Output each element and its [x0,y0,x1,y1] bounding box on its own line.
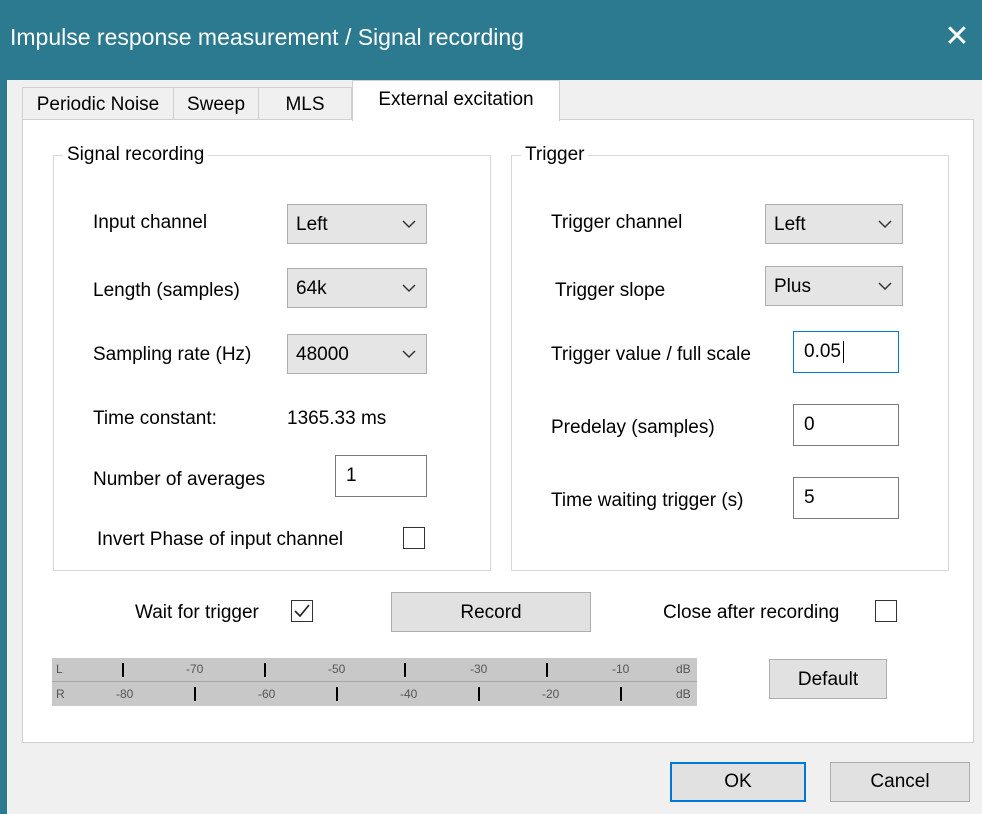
tab-label: Periodic Noise [36,94,160,115]
length-label: Length (samples) [93,280,240,301]
level-meter: L R -70 -50 -30 -10 dB -80 -60 -40 -20 d… [52,658,697,706]
meter-unit: dB [676,687,691,701]
meter-right-channel-label: R [56,687,65,701]
wait-time-input[interactable]: 5 [793,477,899,519]
wait-time-value: 5 [804,487,815,508]
trigger-value-label: Trigger value / full scale [551,344,751,365]
meter-tick [478,687,480,701]
trigger-channel-select[interactable]: Left [765,204,903,244]
trigger-value-value: 0.05 [804,341,841,362]
chevron-down-icon [878,282,892,291]
close-after-recording-label: Close after recording [663,602,840,623]
cancel-button-label: Cancel [870,771,930,792]
close-icon[interactable]: ✕ [942,20,972,54]
close-after-recording-checkbox[interactable] [875,600,897,622]
meter-scale-label: -40 [400,687,418,701]
meter-scale-label: -70 [186,662,204,676]
title-bar: Impulse response measurement / Signal re… [0,0,982,80]
tab-panel: Signal recording Input channel Left Leng… [22,119,974,743]
trigger-slope-select[interactable]: Plus [765,266,903,306]
signal-recording-group-title: Signal recording [63,144,209,166]
record-button[interactable]: Record [391,592,591,632]
meter-scale-label: -30 [470,662,488,676]
trigger-group-title: Trigger [521,144,589,166]
record-button-label: Record [460,602,522,623]
predelay-label: Predelay (samples) [551,417,715,438]
averages-label: Number of averages [93,469,266,490]
meter-tick [122,663,124,677]
trigger-slope-value: Plus [774,276,811,297]
trigger-slope-label: Trigger slope [555,280,666,301]
wait-time-label: Time waiting trigger (s) [551,490,744,511]
chevron-down-icon [878,220,892,229]
input-channel-label: Input channel [93,212,208,233]
meter-tick [620,687,622,701]
chevron-down-icon [402,350,416,359]
wait-for-trigger-checkbox[interactable] [291,600,313,622]
tab-periodic-noise[interactable]: Periodic Noise [22,87,174,120]
sampling-rate-value: 48000 [296,344,349,365]
window-title: Impulse response measurement / Signal re… [10,24,524,50]
invert-phase-label: Invert Phase of input channel [97,529,344,550]
checkmark-icon [294,604,310,618]
meter-scale-label: -50 [328,662,346,676]
text-caret [843,341,844,363]
ok-button[interactable]: OK [670,762,806,802]
trigger-channel-value: Left [774,214,806,235]
tab-external-excitation[interactable]: External excitation [352,80,560,121]
trigger-channel-label: Trigger channel [551,212,683,233]
meter-tick [194,687,196,701]
ok-button-label: OK [724,771,752,792]
window-border [0,80,7,814]
meter-scale-label: -60 [258,687,276,701]
default-button-label: Default [797,669,859,690]
tab-label: External excitation [378,89,534,110]
wait-for-trigger-label: Wait for trigger [135,602,259,623]
cancel-button[interactable]: Cancel [830,762,970,802]
sampling-rate-label: Sampling rate (Hz) [93,344,252,365]
meter-scale-label: -80 [116,687,134,701]
length-select[interactable]: 64k [287,268,427,308]
meter-tick [264,663,266,677]
chevron-down-icon [402,220,416,229]
predelay-input[interactable]: 0 [793,404,899,446]
time-constant-label: Time constant: [93,408,217,429]
meter-tick [404,663,406,677]
meter-unit: dB [676,662,691,676]
meter-tick [546,663,548,677]
length-value: 64k [296,278,327,299]
default-button[interactable]: Default [769,659,887,699]
tab-mls[interactable]: MLS [258,87,352,120]
trigger-value-input[interactable]: 0.05 [793,331,899,373]
input-channel-value: Left [296,214,328,235]
meter-left-channel-label: L [56,662,63,676]
sampling-rate-select[interactable]: 48000 [287,334,427,374]
tab-sweep[interactable]: Sweep [173,87,259,120]
input-channel-select[interactable]: Left [287,204,427,244]
meter-scale-label: -10 [612,662,630,676]
meter-tick [336,687,338,701]
tab-label: MLS [285,94,325,115]
meter-divider [52,681,697,682]
chevron-down-icon [402,284,416,293]
averages-value: 1 [346,465,357,486]
invert-phase-checkbox[interactable] [403,527,425,549]
predelay-value: 0 [804,414,815,435]
tab-label: Sweep [186,94,246,115]
meter-scale-label: -20 [542,687,560,701]
averages-input[interactable]: 1 [335,455,427,497]
time-constant-value: 1365.33 ms [287,408,387,429]
